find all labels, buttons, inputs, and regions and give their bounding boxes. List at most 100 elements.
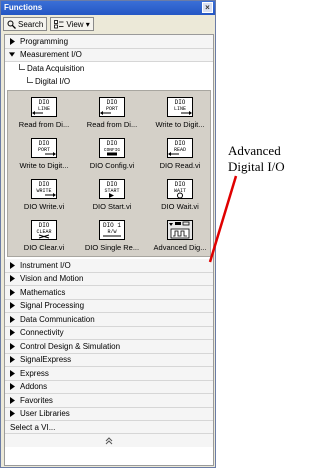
subcategory-digital-io[interactable]: Digital I/O	[5, 75, 213, 88]
vi-tile-write-to-digital-port[interactable]: DIO PORT Write to Digit...	[10, 134, 78, 174]
collapsed-arrow-icon[interactable]	[9, 356, 15, 364]
dio-port-read-icon: DIO PORT	[99, 97, 125, 117]
collapsed-arrow-icon[interactable]	[9, 410, 15, 418]
expanded-arrow-icon[interactable]	[9, 51, 15, 59]
advanced-digital-io-icon	[167, 220, 193, 240]
palette-toolbar: Search View ▾	[1, 15, 215, 33]
category-instrument-io[interactable]: Instrument I/O	[5, 259, 213, 273]
vi-tile-label: DIO Read.vi	[159, 161, 201, 170]
svg-text:LINE: LINE	[174, 106, 186, 112]
category-label: SignalExpress	[20, 355, 72, 365]
subcategory-data-acquisition[interactable]: Data Acquisition	[5, 62, 213, 75]
category-connectivity[interactable]: Connectivity	[5, 326, 213, 340]
collapsed-arrow-icon[interactable]	[9, 288, 15, 296]
svg-text:PORT: PORT	[38, 147, 50, 153]
category-measurement-io[interactable]: Measurement I/O	[5, 48, 213, 62]
vi-tile-label: DIO Start.vi	[92, 202, 132, 211]
collapsed-arrow-icon[interactable]	[9, 275, 15, 283]
vi-tile-read-from-digital-port[interactable]: DIO PORT Read from Di...	[78, 93, 146, 133]
vi-tile-label: DIO Config.vi	[89, 161, 135, 170]
category-signal-processing[interactable]: Signal Processing	[5, 299, 213, 313]
collapsed-arrow-icon[interactable]	[9, 396, 15, 404]
functions-palette-window: Functions × Search View ▾ Programming Me…	[0, 0, 216, 468]
view-button-label: View ▾	[66, 19, 90, 29]
category-control-design-simulation[interactable]: Control Design & Simulation	[5, 340, 213, 354]
collapsed-arrow-icon[interactable]	[9, 342, 15, 350]
collapsed-arrow-icon[interactable]	[9, 383, 15, 391]
category-label: Mathematics	[20, 287, 66, 297]
category-label: Favorites	[20, 395, 53, 405]
vi-tile-dio-single-read-write[interactable]: DIO 1 R/W DIO Single Re...	[78, 216, 146, 256]
search-button[interactable]: Search	[3, 17, 48, 31]
category-label: Express	[20, 368, 49, 378]
vi-tile-dio-start[interactable]: DIO START DIO Start.vi	[78, 175, 146, 215]
category-favorites[interactable]: Favorites	[5, 394, 213, 408]
vi-tile-read-from-digital-line[interactable]: DIO LINE Read from Di...	[10, 93, 78, 133]
category-label: Instrument I/O	[20, 260, 71, 270]
svg-text:DIO: DIO	[175, 181, 186, 188]
svg-text:DIO: DIO	[39, 99, 50, 106]
svg-text:DIO: DIO	[107, 181, 118, 188]
category-express[interactable]: Express	[5, 367, 213, 381]
category-programming[interactable]: Programming	[5, 35, 213, 49]
vi-tile-dio-clear[interactable]: DIO CLEAR DIO Clear.vi	[10, 216, 78, 256]
dio-wait-icon: DIO WAIT	[167, 179, 193, 199]
category-label: Addons	[20, 382, 48, 392]
vi-tile-label: Advanced Dig...	[153, 243, 207, 252]
collapsed-arrow-icon[interactable]	[9, 329, 15, 337]
category-vision-and-motion[interactable]: Vision and Motion	[5, 272, 213, 286]
vi-tile-dio-write[interactable]: DIO WRITE DIO Write.vi	[10, 175, 78, 215]
search-icon	[7, 20, 16, 29]
category-data-communication[interactable]: Data Communication	[5, 313, 213, 327]
svg-text:LINE: LINE	[38, 106, 50, 112]
svg-text:DIO: DIO	[39, 140, 50, 147]
vi-tile-label: Read from Di...	[86, 120, 138, 129]
vi-tile-label: DIO Write.vi	[23, 202, 65, 211]
category-addons[interactable]: Addons	[5, 380, 213, 394]
collapsed-arrow-icon[interactable]	[9, 37, 15, 45]
collapse-palette-button[interactable]	[5, 434, 213, 447]
window-titlebar[interactable]: Functions ×	[1, 1, 215, 15]
window-title: Functions	[4, 3, 43, 12]
category-label: User Libraries	[20, 409, 70, 419]
double-chevron-up-icon	[105, 436, 113, 444]
vi-tile-label: Read from Di...	[18, 120, 70, 129]
annotation-label: Advanced Digital I/O	[228, 143, 285, 175]
svg-text:DIO 1: DIO 1	[103, 222, 121, 229]
view-button[interactable]: View ▾	[50, 17, 94, 31]
category-label: Programming	[20, 36, 69, 46]
dio-read-icon: DIO READ	[167, 138, 193, 158]
vi-tile-dio-config[interactable]: DIO CONFIG DIO Config.vi	[78, 134, 146, 174]
dio-clear-icon: DIO CLEAR	[31, 220, 57, 240]
vi-tile-advanced-digital-io[interactable]: Advanced Dig...	[146, 216, 214, 256]
vi-tile-write-to-digital-line[interactable]: DIO LINE Write to Digit...	[146, 93, 214, 133]
svg-text:DIO: DIO	[39, 181, 50, 188]
view-list-icon	[54, 19, 64, 28]
close-icon[interactable]: ×	[202, 2, 213, 13]
vi-tile-dio-wait[interactable]: DIO WAIT DIO Wait.vi	[146, 175, 214, 215]
vi-tile-label: Write to Digit...	[155, 120, 205, 129]
category-signalexpress[interactable]: SignalExpress	[5, 353, 213, 367]
collapsed-arrow-icon[interactable]	[9, 315, 15, 323]
collapsed-arrow-icon[interactable]	[9, 261, 15, 269]
collapsed-arrow-icon[interactable]	[9, 302, 15, 310]
subcategory-label: Digital I/O	[35, 77, 71, 86]
digital-io-palette: DIO LINE Read from Di... DIO PORT Read f…	[7, 90, 211, 257]
category-label: Control Design & Simulation	[20, 341, 121, 351]
search-button-label: Search	[18, 19, 44, 29]
collapsed-arrow-icon[interactable]	[9, 369, 15, 377]
vi-tile-dio-read[interactable]: DIO READ DIO Read.vi	[146, 134, 214, 174]
category-user-libraries[interactable]: User Libraries	[5, 407, 213, 421]
annotation-line-1: Advanced	[228, 143, 281, 158]
dio-port-write-icon: DIO PORT	[31, 138, 57, 158]
svg-text:DIO: DIO	[107, 99, 118, 106]
svg-text:PORT: PORT	[106, 106, 118, 112]
dio-line-read-icon: DIO LINE	[31, 97, 57, 117]
category-label: Vision and Motion	[20, 274, 84, 284]
vi-tile-label: DIO Single Re...	[84, 243, 140, 252]
category-label: Measurement I/O	[20, 50, 82, 60]
subcategory-label: Data Acquisition	[27, 64, 85, 73]
category-mathematics[interactable]: Mathematics	[5, 286, 213, 300]
svg-text:DIO: DIO	[107, 140, 118, 147]
select-a-vi-item[interactable]: Select a VI...	[5, 421, 213, 434]
